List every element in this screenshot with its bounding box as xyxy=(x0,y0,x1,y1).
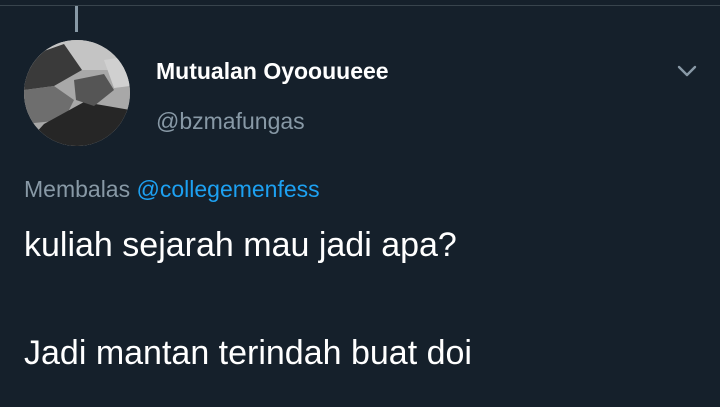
avatar[interactable] xyxy=(24,40,130,146)
chevron-down-icon xyxy=(677,65,697,77)
reply-prefix: Membalas xyxy=(24,176,131,202)
thread-connector-line xyxy=(75,6,78,32)
reply-mention-link[interactable]: @collegemenfess xyxy=(137,176,320,202)
top-divider xyxy=(0,5,720,6)
display-name[interactable]: Mutualan Oyoouueee xyxy=(156,58,389,85)
tweet-text-line-2: Jadi mantan terindah buat doi xyxy=(24,334,472,372)
username-handle[interactable]: @bzmafungas xyxy=(156,108,305,135)
reply-context: Membalas @collegemenfess xyxy=(24,176,320,203)
avatar-photo xyxy=(24,40,130,146)
more-options-button[interactable] xyxy=(670,56,704,86)
tweet-text-line-1: kuliah sejarah mau jadi apa? xyxy=(24,226,457,264)
